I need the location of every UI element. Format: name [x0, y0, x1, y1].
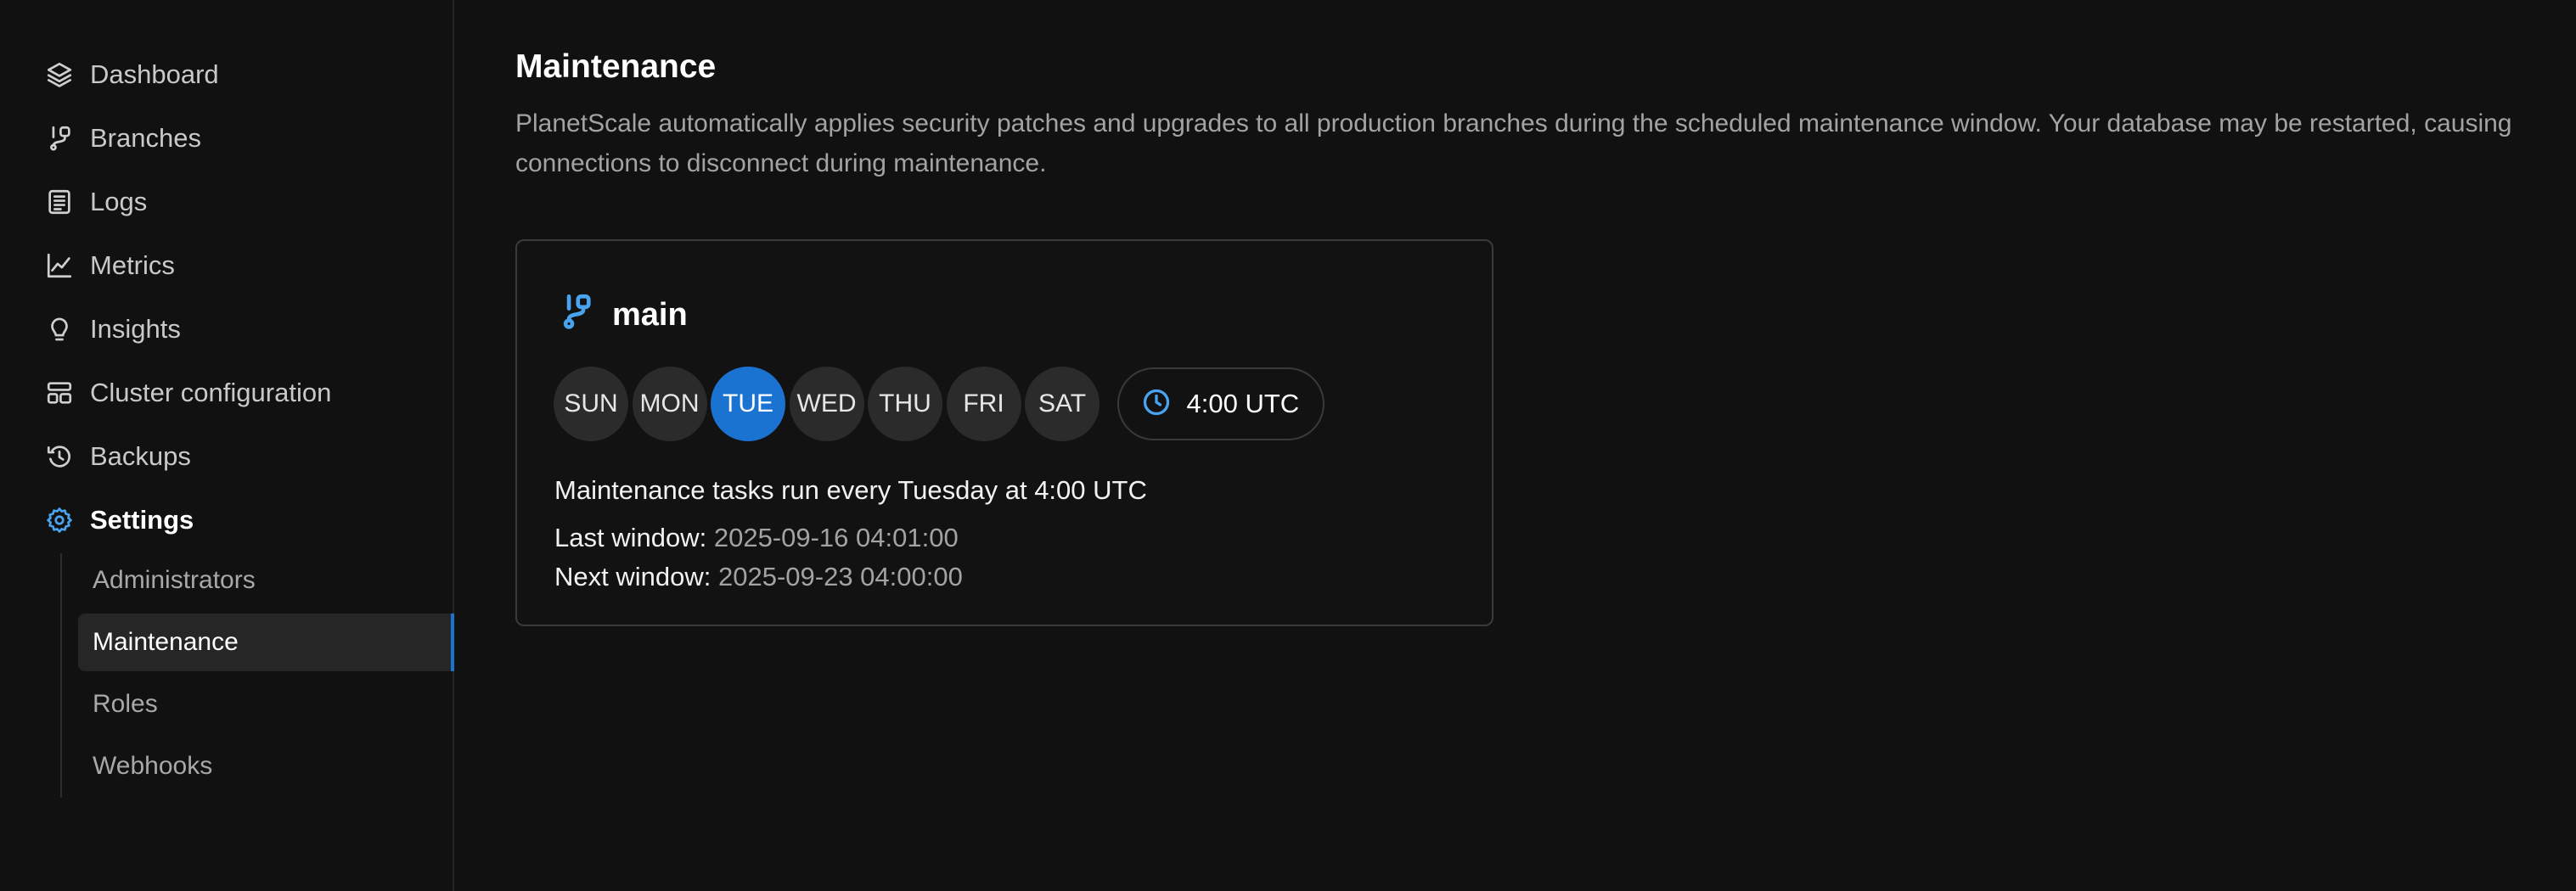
sidebar-subitem-webhooks[interactable]: Webhooks — [78, 737, 454, 795]
sidebar-item-label: Settings — [90, 505, 194, 535]
sidebar-item-label: Cluster configuration — [90, 378, 332, 407]
next-window-value: 2025-09-23 04:00:00 — [717, 562, 963, 591]
day-tue-button[interactable]: TUE — [711, 367, 785, 441]
page-title: Maintenance — [515, 48, 717, 85]
time-value: 4:00 UTC — [1186, 389, 1300, 418]
next-window-label: Next window: — [554, 562, 711, 591]
sidebar-item-label: Dashboard — [90, 59, 219, 89]
branch-name: main — [612, 297, 688, 333]
sidebar-subitem-administrators[interactable]: Administrators — [78, 552, 454, 609]
sidebar-item-label: Insights — [90, 314, 181, 344]
branch-header: main — [558, 292, 688, 339]
day-thu-button[interactable]: THU — [868, 367, 942, 441]
sidebar-item-label: Backups — [90, 441, 191, 471]
lightbulb-icon — [44, 314, 75, 345]
last-window-label: Last window: — [554, 523, 707, 552]
sidebar-item-settings[interactable]: Settings — [44, 500, 194, 541]
logs-icon — [44, 187, 75, 217]
submenu-divider — [60, 553, 62, 798]
branch-icon — [558, 292, 595, 339]
sidebar-item-label: Logs — [90, 187, 148, 216]
clock-icon — [1141, 387, 1172, 422]
layers-icon — [44, 59, 75, 90]
sidebar-item-metrics[interactable]: Metrics — [44, 245, 175, 286]
sidebar-item-label: Branches — [90, 123, 201, 153]
branch-icon — [44, 123, 75, 154]
last-window-row: Last window: 2025-09-16 04:01:00 — [554, 523, 959, 553]
sidebar-item-dashboard[interactable]: Dashboard — [44, 54, 219, 95]
chart-line-icon — [44, 250, 75, 281]
sidebar-item-label: Metrics — [90, 250, 175, 280]
cluster-icon — [44, 378, 75, 408]
sidebar-item-branches[interactable]: Branches — [44, 118, 201, 159]
sidebar-item-cluster-configuration[interactable]: Cluster configuration — [44, 373, 331, 413]
page-description: PlanetScale automatically applies securi… — [515, 109, 2512, 177]
app-window: Dashboard Branches Logs Metrics Insights — [0, 0, 2576, 891]
schedule-summary: Maintenance tasks run every Tuesday at 4… — [554, 475, 1147, 505]
last-window-value: 2025-09-16 04:01:00 — [713, 523, 959, 552]
sidebar: Dashboard Branches Logs Metrics Insights — [0, 0, 454, 891]
sidebar-item-insights[interactable]: Insights — [44, 309, 181, 350]
day-mon-button[interactable]: MON — [632, 367, 707, 441]
day-fri-button[interactable]: FRI — [946, 367, 1021, 441]
sidebar-item-backups[interactable]: Backups — [44, 436, 191, 477]
gear-icon — [44, 505, 75, 535]
day-wed-button[interactable]: WED — [789, 367, 864, 441]
day-sat-button[interactable]: SAT — [1025, 367, 1100, 441]
sidebar-item-logs[interactable]: Logs — [44, 182, 147, 222]
history-icon — [44, 441, 75, 472]
sidebar-subitem-roles[interactable]: Roles — [78, 675, 454, 733]
time-select-button[interactable]: 4:00 UTC — [1116, 367, 1325, 440]
sidebar-subitem-maintenance[interactable]: Maintenance — [78, 614, 454, 671]
day-selector: SUN MON TUE WED THU FRI SAT 4:00 UTC — [554, 367, 1325, 441]
next-window-row: Next window: 2025-09-23 04:00:00 — [554, 562, 963, 592]
maintenance-window-card: main SUN MON TUE WED THU FRI SAT 4:00 UT… — [515, 239, 1493, 626]
day-sun-button[interactable]: SUN — [554, 367, 628, 441]
